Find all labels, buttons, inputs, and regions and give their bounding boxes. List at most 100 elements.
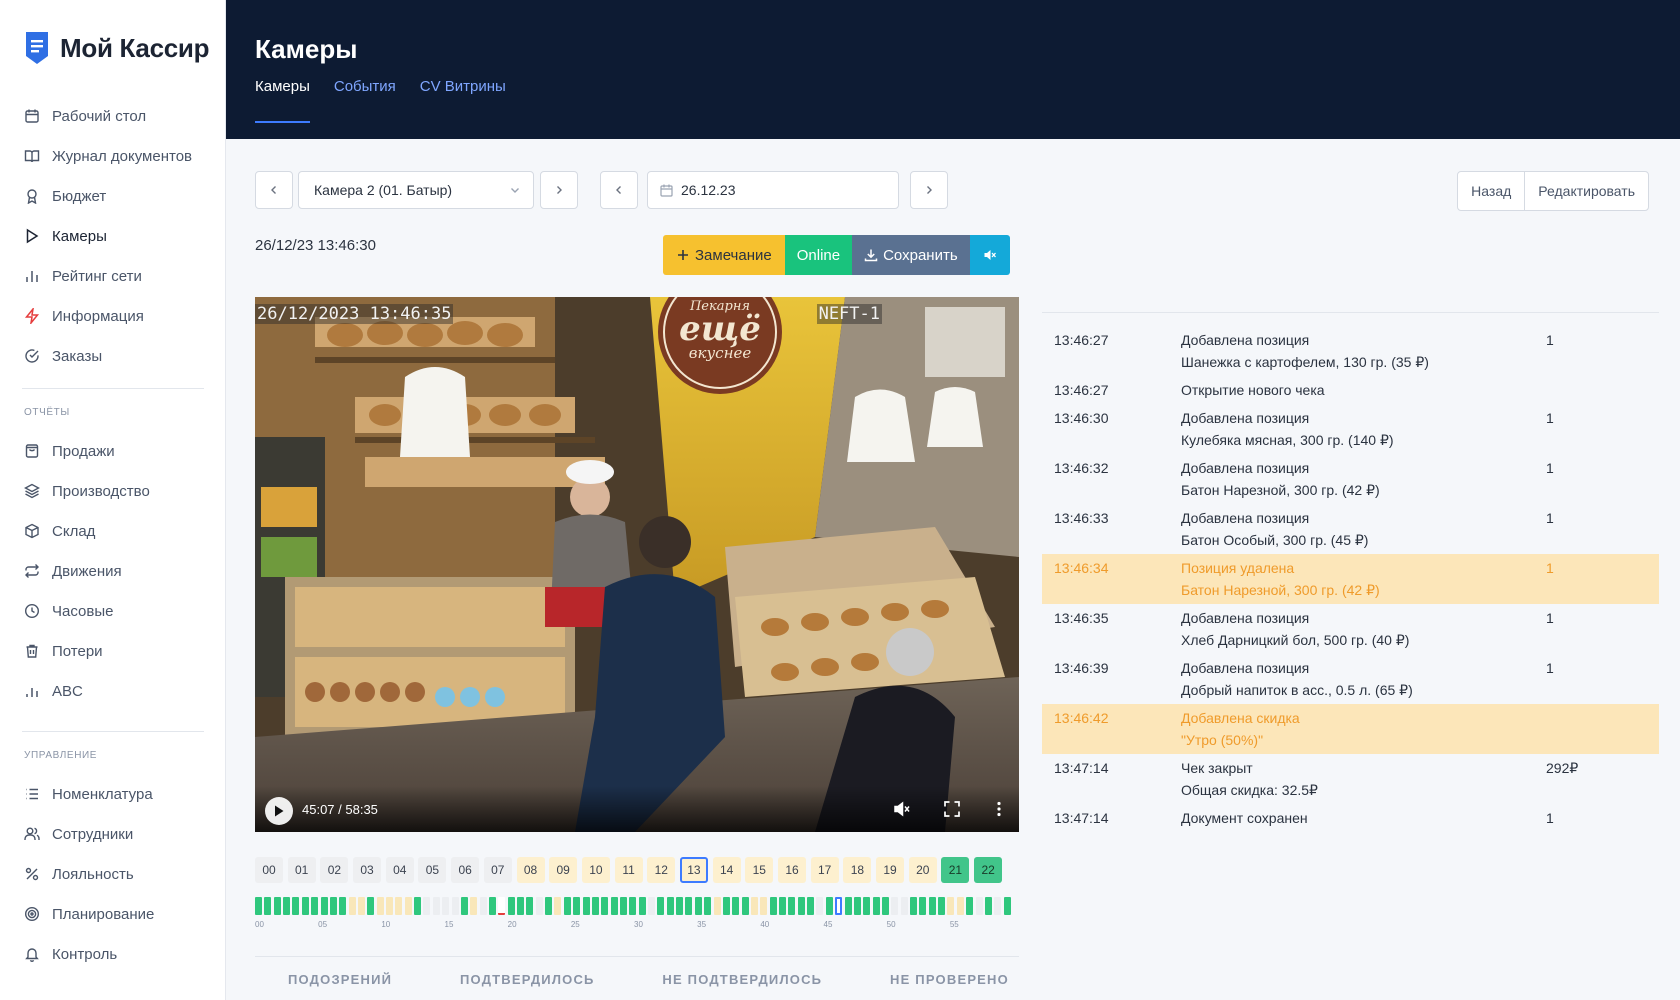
hour-cell[interactable]: 15 — [745, 857, 774, 883]
hour-cell[interactable]: 18 — [843, 857, 872, 883]
next-date-button[interactable] — [910, 171, 948, 209]
minute-bar[interactable] — [648, 897, 656, 915]
minute-bar[interactable] — [919, 897, 927, 915]
minute-bar[interactable] — [460, 897, 468, 915]
hour-cell[interactable]: 02 — [320, 857, 349, 883]
prev-camera-button[interactable] — [255, 171, 293, 209]
hour-cell[interactable]: 10 — [581, 857, 610, 883]
minute-bar[interactable] — [423, 897, 431, 915]
minute-bar[interactable] — [900, 897, 908, 915]
minute-bar[interactable] — [273, 897, 281, 915]
fullscreen-icon[interactable] — [943, 800, 961, 818]
hour-cell[interactable]: 19 — [876, 857, 905, 883]
save-button[interactable]: Сохранить — [852, 235, 970, 275]
minute-bar[interactable] — [938, 897, 946, 915]
minute-bar[interactable] — [975, 897, 983, 915]
sidebar-item-sales[interactable]: Продажи — [0, 431, 226, 471]
hour-cell[interactable]: 16 — [778, 857, 806, 883]
minute-bar[interactable] — [722, 897, 730, 915]
minute-bar[interactable] — [891, 897, 899, 915]
minute-bar[interactable] — [694, 897, 702, 915]
hour-cell[interactable]: 11 — [614, 857, 643, 883]
sidebar-item-hourly[interactable]: Часовые — [0, 591, 226, 631]
next-camera-button[interactable] — [540, 171, 578, 209]
minute-bar[interactable] — [386, 897, 393, 915]
tab-cameras[interactable]: Камеры — [255, 78, 310, 123]
hour-cell[interactable]: 17 — [810, 857, 839, 883]
brand-logo[interactable]: Мой Кассир — [24, 32, 209, 64]
minute-bar[interactable] — [432, 897, 440, 915]
hour-cell[interactable]: 14 — [712, 857, 741, 883]
minute-bar[interactable] — [479, 897, 487, 915]
minute-bar[interactable] — [638, 897, 646, 915]
minute-bar[interactable] — [414, 897, 422, 915]
minute-bar[interactable] — [451, 897, 459, 915]
minute-bar[interactable] — [741, 897, 749, 915]
minute-bar[interactable] — [956, 897, 964, 915]
sidebar-item-info[interactable]: Информация — [0, 296, 226, 336]
minute-bar[interactable] — [264, 897, 272, 915]
volume-off-icon[interactable] — [893, 800, 911, 818]
hour-cell[interactable]: 01 — [287, 857, 316, 883]
minute-bar[interactable] — [816, 897, 824, 915]
minute-bar[interactable] — [704, 897, 712, 915]
minute-bar[interactable] — [863, 897, 871, 915]
minute-bar[interactable] — [601, 897, 609, 915]
minute-bar[interactable] — [713, 897, 721, 915]
tab-events[interactable]: События — [334, 78, 396, 123]
minute-bar[interactable] — [910, 897, 918, 915]
hour-cell[interactable]: 20 — [908, 857, 937, 883]
minute-bar[interactable] — [535, 897, 543, 915]
minute-bar[interactable] — [470, 897, 478, 915]
minute-bar[interactable] — [760, 897, 768, 915]
minute-bar[interactable] — [582, 897, 590, 915]
minute-bar[interactable] — [526, 897, 534, 915]
minute-bar[interactable] — [545, 897, 553, 915]
minute-bar[interactable] — [329, 897, 337, 915]
sidebar-item-planning[interactable]: Планирование — [0, 894, 226, 934]
minute-bar[interactable] — [619, 897, 627, 915]
tab-cv-showcases[interactable]: CV Витрины — [420, 78, 506, 123]
minute-bar[interactable] — [591, 897, 599, 915]
minute-bar[interactable] — [947, 897, 955, 915]
minute-bar[interactable] — [788, 897, 796, 915]
minute-bar[interactable] — [563, 897, 571, 915]
prev-date-button[interactable] — [600, 171, 638, 209]
minute-bar[interactable] — [554, 897, 562, 915]
hour-cell[interactable]: 04 — [385, 857, 414, 883]
minute-bar[interactable] — [1003, 897, 1011, 915]
minute-bar[interactable] — [676, 897, 684, 915]
minute-bar[interactable] — [610, 897, 618, 915]
more-vertical-icon[interactable] — [990, 800, 1008, 818]
minute-bar[interactable] — [517, 897, 525, 915]
minute-bar[interactable] — [825, 897, 833, 915]
minute-bar[interactable] — [488, 897, 496, 915]
minute-bar[interactable] — [966, 897, 974, 915]
hour-cell[interactable]: 00 — [255, 857, 283, 883]
minute-bar[interactable] — [994, 897, 1002, 915]
hour-cell[interactable]: 22 — [974, 857, 1003, 883]
hour-cell[interactable]: 03 — [353, 857, 382, 883]
stat-not-confirmed[interactable]: НЕ ПОДТВЕРДИЛОСЬ — [662, 972, 822, 987]
add-remark-button[interactable]: Замечание — [663, 235, 785, 275]
sidebar-item-loyalty[interactable]: Лояльность — [0, 854, 226, 894]
minute-bar[interactable] — [357, 897, 365, 915]
sidebar-item-production[interactable]: Производство — [0, 471, 226, 511]
hour-cell[interactable]: 12 — [647, 857, 676, 883]
minute-bar[interactable] — [395, 897, 403, 915]
stat-suspicions[interactable]: ПОДОЗРЕНИЙ — [288, 972, 392, 987]
minute-bar[interactable] — [732, 897, 740, 915]
minute-bar[interactable] — [573, 897, 581, 915]
online-button[interactable]: Online — [784, 235, 853, 275]
sidebar-item-control[interactable]: Контроль — [0, 934, 226, 974]
minute-bar[interactable] — [984, 897, 992, 915]
minute-bar[interactable] — [367, 897, 375, 915]
hour-cell[interactable]: 05 — [418, 857, 447, 883]
minute-bar[interactable] — [853, 897, 861, 915]
video-player[interactable]: Пекарня ещё вкуснее 26/12/2023 13:46:35 … — [255, 297, 1019, 832]
sidebar-item-employees[interactable]: Сотрудники — [0, 814, 226, 854]
hour-cell[interactable]: 08 — [516, 857, 545, 883]
minute-bar[interactable] — [629, 897, 637, 915]
sidebar-item-nomenclature[interactable]: Номенклатура — [0, 774, 226, 814]
minute-bar[interactable] — [507, 897, 515, 915]
